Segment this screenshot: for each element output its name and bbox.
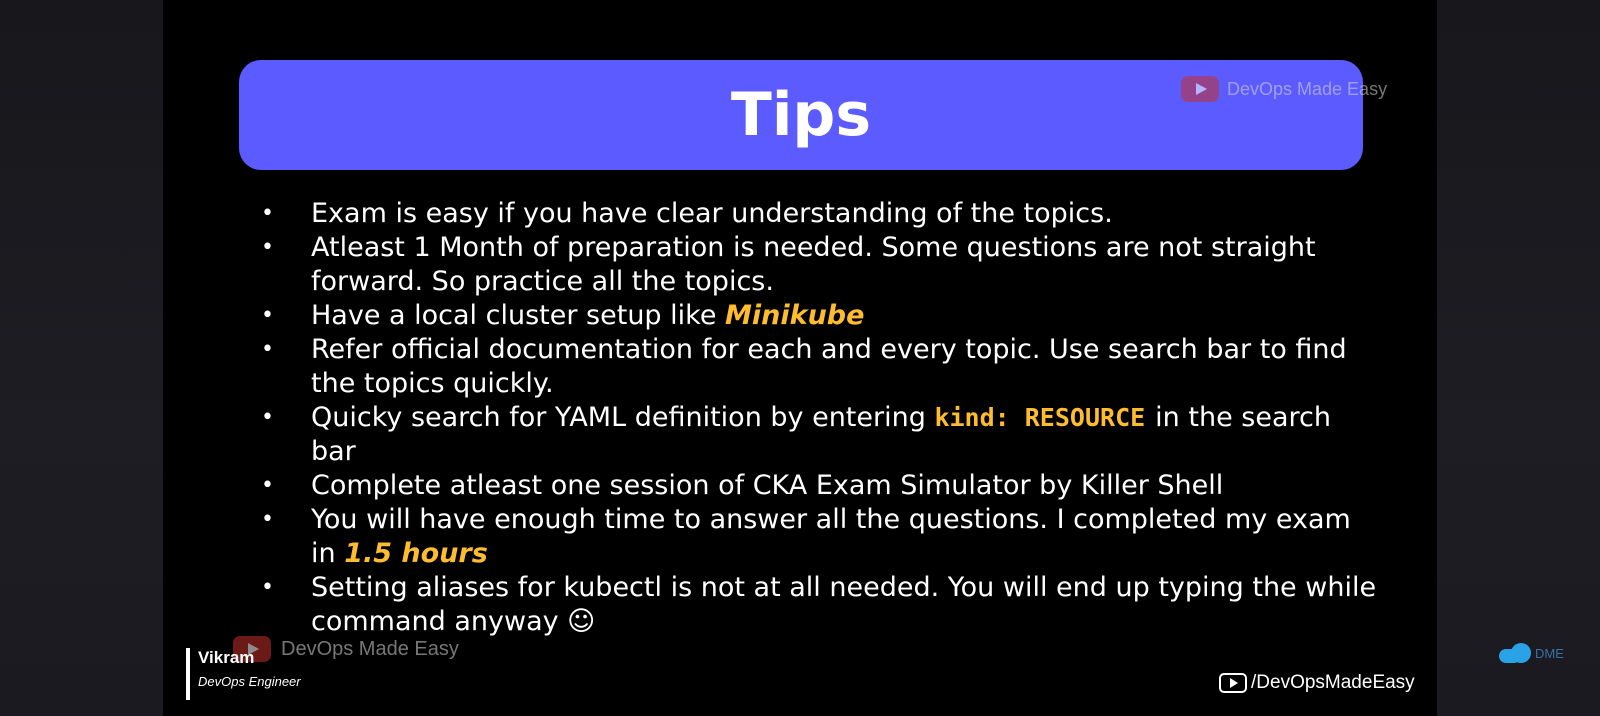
watermark-top: DevOps Made Easy [1181, 76, 1387, 102]
tip-highlight: Minikube [725, 300, 865, 331]
tip-item: Have a local cluster setup like Minikube [261, 299, 1381, 333]
tip-item: Exam is easy if you have clear understan… [261, 197, 1381, 231]
tip-text: Exam is easy if you have clear understan… [311, 198, 1113, 229]
cloud-logo-icon [1499, 643, 1533, 663]
tip-text: Complete atleast one session of CKA Exam… [311, 470, 1224, 501]
presenter-card: Vikram DevOps Engineer [186, 648, 301, 700]
tip-text: Refer official documentation for each an… [311, 334, 1347, 399]
channel-handle-text: /DevOpsMadeEasy [1251, 672, 1415, 693]
tip-text: Have a local cluster setup like [311, 300, 726, 331]
slide-title: Tips [730, 80, 872, 150]
tip-text: Setting aliases for kubectl is not at al… [311, 572, 1377, 637]
right-letterbox [1437, 0, 1600, 716]
play-outline-icon [1219, 673, 1247, 693]
presenter-name: Vikram [198, 648, 255, 667]
tip-text: Quicky search for YAML definition by ent… [311, 402, 935, 433]
tip-item: You will have enough time to answer all … [261, 503, 1381, 571]
left-letterbox [0, 0, 163, 716]
tip-code: kind: RESOURCE [934, 403, 1146, 432]
tip-item: Atleast 1 Month of preparation is needed… [261, 231, 1381, 299]
tip-item: Refer official documentation for each an… [261, 333, 1381, 401]
corner-logo: DME [1499, 643, 1564, 663]
tip-text: Atleast 1 Month of preparation is needed… [311, 232, 1316, 297]
channel-handle: /DevOpsMadeEasy [1219, 672, 1415, 694]
tip-item: Complete atleast one session of CKA Exam… [261, 469, 1381, 503]
tip-highlight: 1.5 hours [344, 538, 488, 569]
tip-item: Quicky search for YAML definition by ent… [261, 401, 1381, 469]
watermark-top-text: DevOps Made Easy [1227, 78, 1388, 99]
tip-item: Setting aliases for kubectl is not at al… [261, 571, 1381, 639]
tips-list: Exam is easy if you have clear understan… [261, 197, 1381, 639]
corner-logo-text: DME [1535, 645, 1564, 661]
slide: Tips DevOps Made Easy Exam is easy if yo… [163, 0, 1437, 716]
watermark-bottom-text: DevOps Made Easy [281, 637, 459, 660]
presenter-role: DevOps Engineer [198, 674, 301, 689]
youtube-logo-icon [1181, 76, 1219, 102]
